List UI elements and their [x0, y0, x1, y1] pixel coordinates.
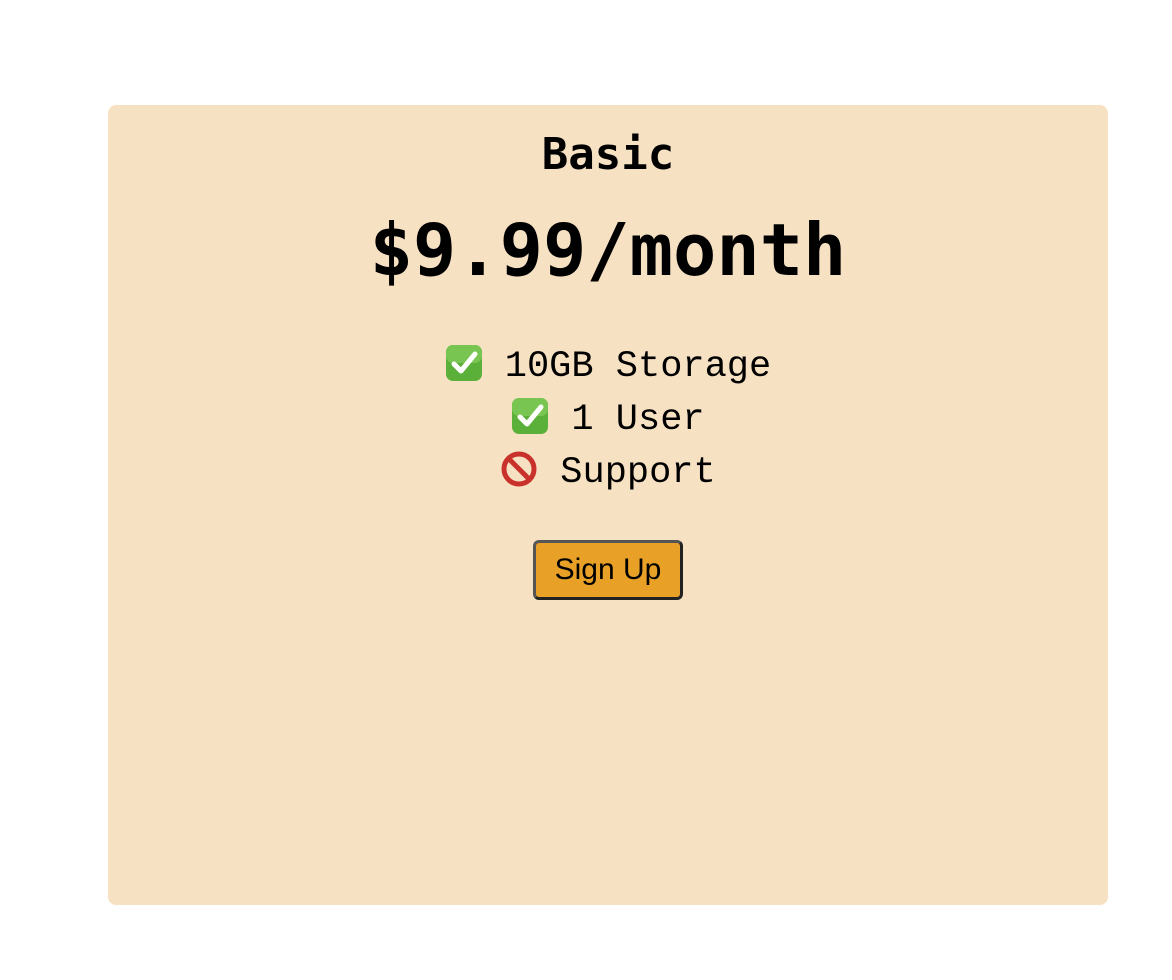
prohibited-icon — [500, 450, 538, 488]
feature-text: Support — [560, 452, 716, 494]
feature-item: Support — [108, 447, 1108, 500]
feature-text: 10GB Storage — [504, 346, 772, 388]
feature-item: 1 User — [108, 394, 1108, 447]
plan-name: Basic — [541, 129, 675, 180]
check-icon — [511, 397, 549, 435]
plan-price: $9.99/month — [369, 208, 847, 292]
feature-text: 1 User — [571, 399, 705, 441]
feature-item: 10GB Storage — [108, 341, 1108, 394]
pricing-card: Basic $9.99/month 10GB Storage 1 User Su… — [108, 105, 1108, 905]
sign-up-button[interactable]: Sign Up — [533, 540, 683, 600]
check-icon — [445, 344, 483, 382]
feature-list: 10GB Storage 1 User Support — [108, 341, 1108, 500]
